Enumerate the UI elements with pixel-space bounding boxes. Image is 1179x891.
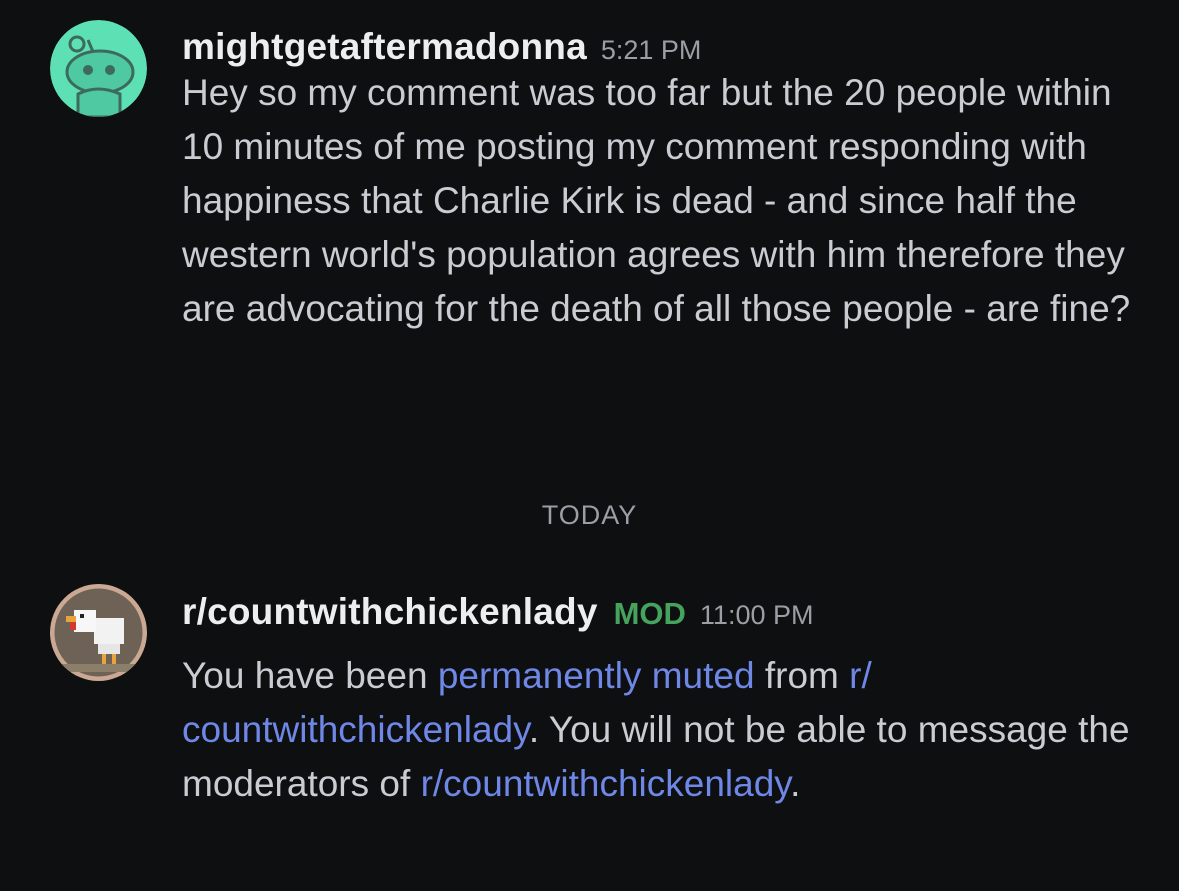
message-header: mightgetaftermadonna 5:21 PM: [182, 26, 1139, 68]
subreddit-avatar[interactable]: [50, 584, 147, 681]
subreddit-name[interactable]: r/countwithchickenlady: [182, 591, 598, 633]
date-separator: TODAY: [541, 500, 638, 530]
body-text-segment: .: [790, 763, 801, 804]
message-body: You have been permanently muted from r/​…: [182, 649, 1139, 811]
mod-badge: MOD: [613, 596, 686, 631]
muted-link[interactable]: permanently muted: [438, 655, 755, 696]
message-time: 5:21 PM: [600, 35, 702, 65]
message-body: Hey so my comment was too far but the 20…: [182, 72, 1131, 329]
user-avatar[interactable]: [50, 20, 147, 117]
username[interactable]: mightgetaftermadonna: [182, 26, 587, 68]
message-header: r/countwithchickenlady MOD 11:00 PM: [182, 591, 1139, 633]
body-text-segment: You have been: [182, 655, 438, 696]
chicken-icon: [50, 584, 147, 681]
message-time: 11:00 PM: [699, 600, 814, 630]
subreddit-link[interactable]: r/​countwithchickenlady: [421, 763, 791, 804]
reddit-snoo-icon: [50, 20, 147, 117]
body-text-segment: from: [754, 655, 850, 696]
